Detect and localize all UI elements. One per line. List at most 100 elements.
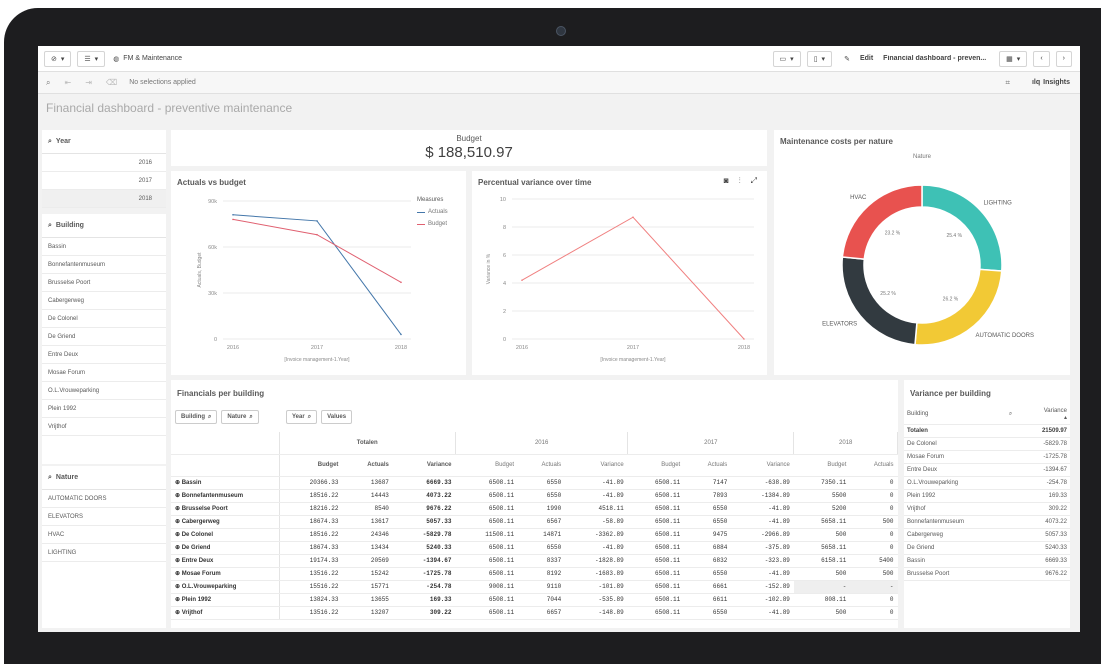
- step-back-icon[interactable]: ⇤: [64, 78, 71, 87]
- expand-row-icon[interactable]: ⊕: [175, 519, 182, 525]
- legend-item-actuals[interactable]: Actuals: [417, 209, 448, 215]
- year-item[interactable]: 2017: [42, 172, 166, 190]
- maintenance-costs-chart[interactable]: Maintenance costs per nature Nature 25.4 …: [774, 130, 1070, 375]
- donut-chart-svg[interactable]: Nature 25.4 % LIGHTING 26.2 % AUTOMATIC DOOR…: [774, 130, 1070, 375]
- clear-selections-icon[interactable]: ⌫: [106, 78, 117, 87]
- building-name-cell[interactable]: ⊕ O.L.Vrouweparking: [171, 580, 280, 594]
- measure-column-header[interactable]: Actuals: [518, 454, 566, 477]
- building-name-cell[interactable]: ⊕ De Colonel: [171, 528, 280, 542]
- table-row[interactable]: ⊕ De Griend 18674.33 13434 5240.33 6508.11 65…: [171, 541, 898, 555]
- building-name-cell[interactable]: ⊕ Cabergerweg: [171, 515, 280, 529]
- filter-list-item[interactable]: Mosae Forum: [42, 364, 166, 382]
- measure-column-header[interactable]: Budget: [279, 454, 343, 477]
- table-row[interactable]: ⊕ Vrijthof 13516.22 13207 309.22 6508.11 6657…: [171, 606, 898, 620]
- measure-column-header[interactable]: Budget: [627, 454, 685, 477]
- expand-row-icon[interactable]: ⊕: [175, 506, 182, 512]
- building-column-header[interactable]: Building ⌕: [904, 406, 1016, 425]
- series-line[interactable]: [232, 218, 402, 283]
- nature-filter-header[interactable]: ⌕ Nature: [42, 466, 166, 490]
- navigation-menu-button[interactable]: ⊘ ▾: [44, 50, 72, 67]
- data-point[interactable]: [316, 220, 318, 222]
- app-title[interactable]: ◍ FM & Maintenance: [113, 55, 182, 63]
- building-name-cell[interactable]: ⊕ Entre Deux: [171, 554, 280, 568]
- measure-column-header[interactable]: Actuals: [850, 454, 898, 477]
- building-dimension-button[interactable]: Building ⌕: [175, 410, 218, 424]
- insights-button[interactable]: ılq Insights: [1032, 79, 1070, 86]
- table-row[interactable]: Cabergerweg 5057.33: [904, 528, 1070, 542]
- data-point[interactable]: [400, 333, 402, 336]
- building-name-cell[interactable]: ⊕ Plein 1992: [171, 593, 280, 607]
- filter-list-item[interactable]: Cabergerweg: [42, 292, 166, 310]
- variance-column-header[interactable]: Variance ▴: [1015, 406, 1070, 425]
- expand-row-icon[interactable]: ⊕: [175, 597, 182, 603]
- year-group-header[interactable]: Totalen: [279, 432, 456, 455]
- filter-list-item[interactable]: Vrijthof: [42, 418, 166, 436]
- global-menu-button[interactable]: ☰ ▾: [77, 50, 106, 67]
- nature-filter-pane[interactable]: ⌕ Nature AUTOMATIC DOORS ELEVATORS HVAC LIGH…: [42, 466, 166, 628]
- year-group-header[interactable]: 2018: [793, 432, 898, 455]
- expand-row-icon[interactable]: ⊕: [175, 532, 182, 538]
- measure-column-header[interactable]: Actuals: [684, 454, 732, 477]
- filter-list-item[interactable]: De Colonel: [42, 310, 166, 328]
- filter-list-item[interactable]: LIGHTING: [42, 544, 166, 562]
- measure-column-header[interactable]: Variance: [731, 454, 794, 477]
- table-row[interactable]: ⊕ Cabergerweg 18674.33 13617 5057.33 6508.11…: [171, 515, 898, 529]
- sheets-button[interactable]: ▦ ▾: [999, 50, 1028, 67]
- building-name-cell[interactable]: ⊕ Mosae Forum: [171, 567, 280, 581]
- building-name-cell[interactable]: ⊕ Bonnefantenmuseum: [171, 489, 280, 503]
- table-row[interactable]: ⊕ Plein 1992 13824.33 13655 169.33 6508.11 70…: [171, 593, 898, 607]
- building-name-cell[interactable]: ⊕ De Griend: [171, 541, 280, 555]
- filter-list-item[interactable]: Brusselse Poort: [42, 274, 166, 292]
- nature-dimension-button[interactable]: Nature ⌕: [221, 410, 259, 424]
- filter-list-item[interactable]: Entre Deux: [42, 346, 166, 364]
- measure-column-header[interactable]: Actuals: [342, 454, 393, 477]
- measure-column-header[interactable]: Budget: [455, 454, 519, 477]
- table-row[interactable]: Bassin 6669.33: [904, 554, 1070, 568]
- legend-item-budget[interactable]: Budget: [417, 221, 448, 227]
- smart-search-icon[interactable]: ⌕: [46, 78, 50, 88]
- variance-over-time-chart[interactable]: Percentual variance over time ◙ ⫶ ⤢ 10 8 6…: [472, 171, 767, 375]
- building-name-cell[interactable]: ⊕ Brusselse Poort: [171, 502, 280, 516]
- expand-row-icon[interactable]: ⊕: [175, 571, 182, 577]
- table-row[interactable]: Bonnefantenmuseum 4073.22: [904, 515, 1070, 529]
- expand-row-icon[interactable]: ⊕: [175, 584, 182, 590]
- series-line[interactable]: [232, 214, 402, 335]
- step-forward-icon[interactable]: ⇥: [85, 78, 92, 87]
- variance-per-building-table[interactable]: Variance per building Building ⌕ Varianc…: [904, 380, 1070, 628]
- filter-list-item[interactable]: Plein 1992: [42, 400, 166, 418]
- selection-tool-icon[interactable]: ⌗: [1005, 78, 1010, 88]
- table-row[interactable]: De Griend 5240.33: [904, 541, 1070, 555]
- expand-row-icon[interactable]: ⊕: [175, 558, 182, 564]
- series-line[interactable]: [521, 216, 745, 340]
- expand-row-icon[interactable]: ⊕: [175, 610, 182, 616]
- year-group-header[interactable]: 2017: [627, 432, 795, 455]
- measure-column-header[interactable]: Budget: [793, 454, 851, 477]
- variance-chart-svg[interactable]: 10 8 6 4 2 0 2016 2017 2018 [Invoice management-1…: [472, 171, 767, 375]
- financials-pivot-table[interactable]: Financials per building Building ⌕ Nature…: [171, 380, 898, 628]
- table-row[interactable]: ⊕ Entre Deux 19174.33 20569 -1394.67 6508.11…: [171, 554, 898, 568]
- actuals-vs-budget-chart[interactable]: Actuals vs budget 90k 60k 30k 0 2016 2017 2018…: [171, 171, 466, 375]
- year-item[interactable]: 2018: [42, 190, 166, 208]
- table-row[interactable]: De Colonel -5829.78: [904, 437, 1070, 451]
- table-scroll-area[interactable]: Totalen 2016 2017 2018 Budget Actuals Varianc…: [171, 432, 898, 628]
- edit-button[interactable]: ✎: [838, 50, 856, 67]
- table-row[interactable]: Vrijthof 309.22: [904, 502, 1070, 516]
- sheet-selector[interactable]: Financial dashboard - preven...: [883, 55, 993, 62]
- donut-slice[interactable]: [841, 256, 918, 346]
- expand-row-icon[interactable]: ⊕: [175, 545, 182, 551]
- next-sheet-button[interactable]: ›: [1055, 50, 1072, 67]
- data-point[interactable]: [316, 233, 318, 236]
- year-dimension-button[interactable]: Year ⌕: [286, 410, 318, 424]
- table-row[interactable]: ⊕ Brusselse Poort 18216.22 8540 9676.22 6508…: [171, 502, 898, 516]
- table-row[interactable]: ⊕ Mosae Forum 13516.22 15242 -1725.78 6508.1…: [171, 567, 898, 581]
- data-point[interactable]: [521, 279, 523, 281]
- filter-list-item[interactable]: O.L.Vrouweparking: [42, 382, 166, 400]
- measure-column-header[interactable]: Variance: [565, 454, 628, 477]
- budget-kpi[interactable]: Budget $ 188,510.97: [171, 130, 767, 166]
- table-row[interactable]: O.L.Vrouweparking -254.78: [904, 476, 1070, 490]
- filter-list-item[interactable]: Bassin: [42, 238, 166, 256]
- table-row[interactable]: Entre Deux -1394.67: [904, 463, 1070, 477]
- values-button[interactable]: Values: [321, 410, 353, 424]
- table-row[interactable]: ⊕ De Colonel 18516.22 24346 -5829.78 11508.1…: [171, 528, 898, 542]
- story-button[interactable]: ▭ ▾: [772, 50, 801, 67]
